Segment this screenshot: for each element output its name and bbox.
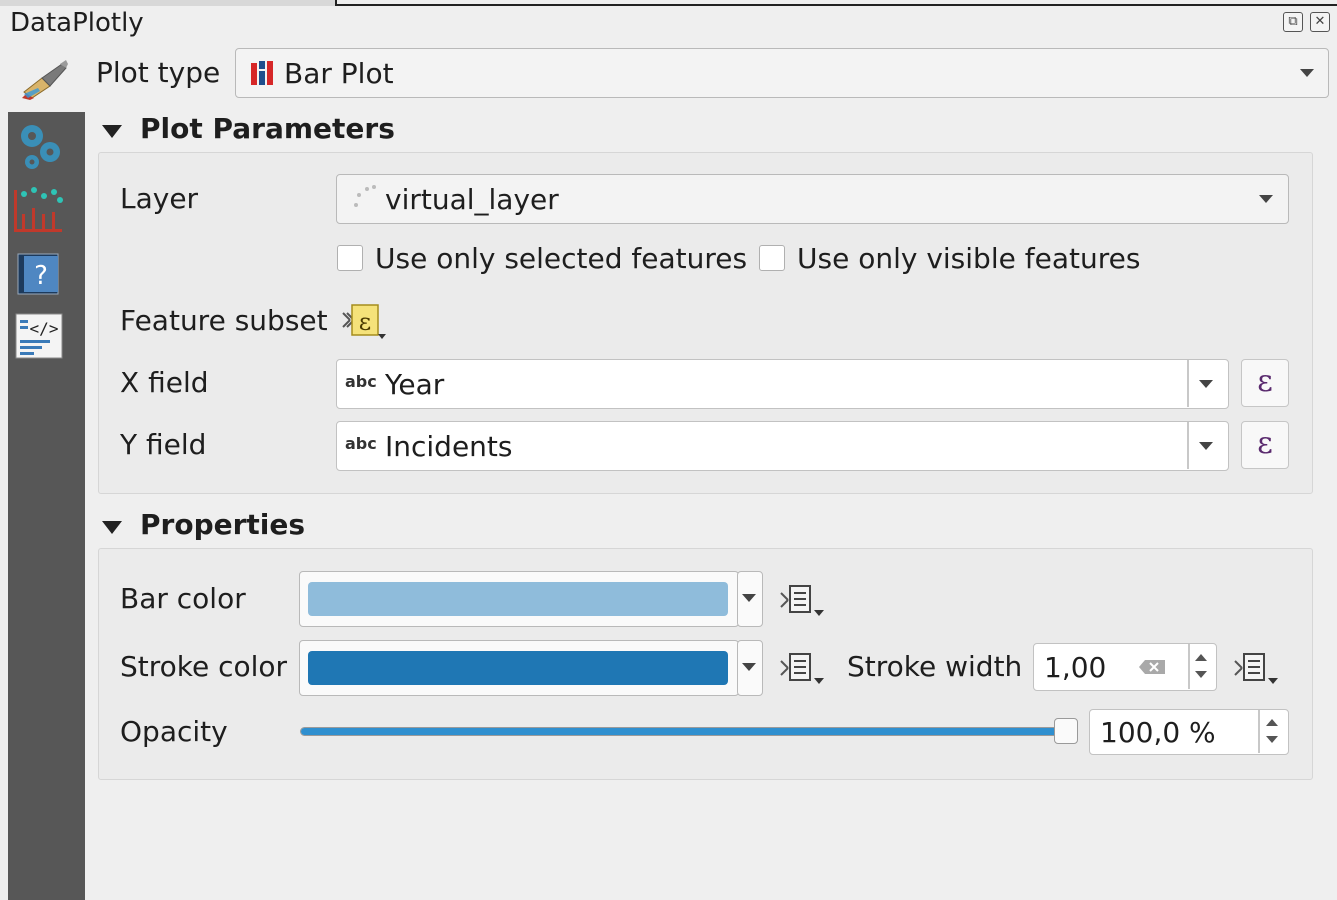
dock-title: DataPlotly bbox=[10, 8, 144, 38]
stroke-color-label: Stroke color bbox=[120, 650, 288, 683]
chevron-down-icon bbox=[742, 594, 756, 602]
use-visible-label[interactable]: Use only visible features bbox=[797, 242, 1140, 275]
decrement-icon[interactable] bbox=[1195, 671, 1207, 678]
feature-subset-label: Feature subset bbox=[120, 304, 328, 337]
bar-color-swatch bbox=[308, 582, 728, 616]
paintbrush-icon bbox=[22, 60, 68, 100]
decrement-icon[interactable] bbox=[1266, 736, 1278, 743]
collapse-properties-icon[interactable] bbox=[102, 521, 122, 534]
bar-color-label: Bar color bbox=[120, 582, 246, 615]
sidebar: ? </> bbox=[8, 112, 85, 900]
point-layer-icon bbox=[354, 185, 376, 207]
y-field-label: Y field bbox=[120, 428, 207, 461]
layer-label: Layer bbox=[120, 182, 199, 215]
use-selected-label[interactable]: Use only selected features bbox=[375, 242, 747, 275]
data-defined-override-icon[interactable] bbox=[778, 580, 826, 620]
plot-type-label: Plot type bbox=[96, 56, 221, 89]
increment-icon[interactable] bbox=[1195, 654, 1207, 661]
stroke-width-value: 1,00 bbox=[1044, 651, 1107, 684]
data-defined-override-icon[interactable] bbox=[778, 648, 826, 688]
x-field-label: X field bbox=[120, 366, 209, 399]
plot-type-value: Bar Plot bbox=[284, 57, 394, 90]
use-visible-checkbox[interactable] bbox=[759, 245, 785, 271]
svg-text:</>: </> bbox=[30, 319, 59, 338]
text-type-icon: abc bbox=[345, 372, 377, 391]
tab-edge bbox=[0, 0, 337, 6]
properties-title[interactable]: Properties bbox=[140, 508, 305, 541]
x-field-combo[interactable]: abc Year bbox=[336, 359, 1229, 409]
opacity-slider-fill bbox=[301, 728, 1071, 735]
top-border bbox=[0, 0, 1337, 6]
x-field-value: Year bbox=[385, 368, 445, 401]
plot-parameters-title[interactable]: Plot Parameters bbox=[140, 112, 395, 145]
code-icon[interactable]: </> bbox=[14, 310, 66, 362]
y-field-value: Incidents bbox=[385, 430, 513, 463]
bar-color-dropdown[interactable] bbox=[737, 571, 763, 627]
stroke-color-dropdown[interactable] bbox=[737, 640, 763, 696]
layer-combo[interactable]: virtual_layer bbox=[336, 174, 1289, 224]
clear-icon[interactable] bbox=[1138, 658, 1166, 676]
stroke-color-button[interactable] bbox=[299, 640, 739, 696]
increment-icon[interactable] bbox=[1266, 719, 1278, 726]
opacity-slider-handle[interactable] bbox=[1054, 718, 1078, 744]
chevron-down-icon bbox=[742, 663, 756, 671]
svg-text:ε: ε bbox=[359, 308, 371, 336]
expression-data-defined-icon[interactable]: ε bbox=[340, 302, 392, 342]
chevron-down-icon bbox=[1199, 380, 1213, 388]
layer-value: virtual_layer bbox=[385, 183, 559, 216]
y-field-combo[interactable]: abc Incidents bbox=[336, 421, 1229, 471]
chevron-down-icon bbox=[1259, 195, 1273, 203]
chevron-down-icon bbox=[1300, 69, 1314, 77]
x-field-expression-button[interactable]: ε bbox=[1241, 359, 1289, 407]
opacity-label: Opacity bbox=[120, 715, 228, 748]
settings-gears-icon[interactable] bbox=[14, 118, 66, 170]
opacity-spinbox[interactable]: 100,0 % bbox=[1089, 709, 1289, 755]
plot-scatter-bars-icon[interactable] bbox=[14, 184, 66, 236]
stroke-width-spinbox[interactable]: 1,00 bbox=[1033, 643, 1217, 691]
svg-text:?: ? bbox=[34, 261, 48, 291]
bar-color-button[interactable] bbox=[299, 571, 739, 627]
stroke-width-label: Stroke width bbox=[847, 650, 1023, 683]
opacity-value: 100,0 % bbox=[1100, 716, 1216, 749]
chevron-down-icon bbox=[1199, 442, 1213, 450]
close-icon[interactable]: ✕ bbox=[1310, 12, 1330, 32]
text-type-icon: abc bbox=[345, 434, 377, 453]
bar-plot-icon bbox=[251, 61, 273, 85]
help-icon[interactable]: ? bbox=[14, 248, 66, 300]
plot-type-combo[interactable]: Bar Plot bbox=[235, 48, 1329, 98]
opacity-slider-track[interactable] bbox=[300, 727, 1072, 736]
use-selected-checkbox[interactable] bbox=[337, 245, 363, 271]
stroke-color-swatch bbox=[308, 651, 728, 685]
float-icon[interactable]: ⧉ bbox=[1283, 12, 1303, 32]
collapse-plot-parameters-icon[interactable] bbox=[102, 125, 122, 138]
data-defined-override-icon[interactable] bbox=[1232, 648, 1280, 688]
y-field-expression-button[interactable]: ε bbox=[1241, 421, 1289, 469]
